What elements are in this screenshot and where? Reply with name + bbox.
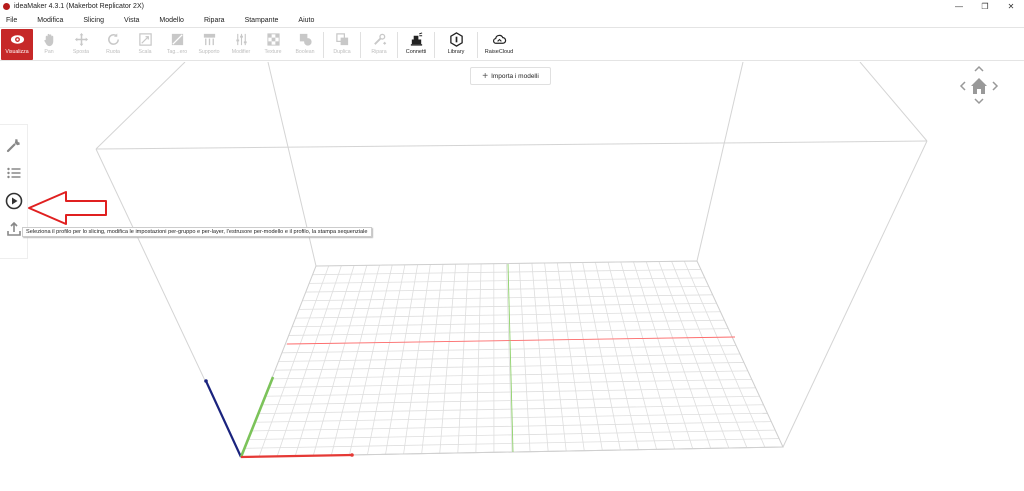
ripara-button[interactable]: Ripara	[363, 29, 395, 60]
duplicate-icon	[335, 33, 348, 46]
tooltip: Seleziona il profilo per lo slicing, mod…	[22, 227, 372, 237]
library-icon	[449, 32, 463, 47]
upload-icon[interactable]	[4, 219, 24, 239]
menu-aiuto[interactable]: Aiuto	[295, 17, 317, 24]
menu-modello[interactable]: Modello	[156, 17, 187, 24]
ruota-button[interactable]: Ruota	[97, 29, 129, 60]
supporto-button[interactable]: Supporto	[193, 29, 225, 60]
menu-modifica[interactable]: Modifica	[34, 17, 66, 24]
pan-button[interactable]: Pan	[33, 29, 65, 60]
app-logo-icon	[3, 3, 10, 10]
chevron-up-icon	[974, 65, 984, 72]
toolbar-divider	[360, 32, 361, 58]
duplica-button[interactable]: Duplica	[326, 29, 358, 60]
eye-icon	[10, 35, 24, 44]
3d-viewport[interactable]	[0, 62, 1024, 491]
x-axis	[240, 453, 353, 459]
visualizza-button[interactable]: Visualizza	[1, 29, 33, 60]
chevron-down-icon	[974, 98, 984, 105]
y-axis	[239, 376, 275, 458]
build-volume	[28, 62, 928, 459]
play-icon[interactable]	[4, 191, 24, 211]
annotation-arrow	[28, 191, 107, 225]
cloud-icon	[492, 34, 506, 44]
library-button[interactable]: Library	[437, 29, 475, 60]
menu-ripara[interactable]: Ripara	[201, 17, 228, 24]
home-icon	[971, 78, 987, 94]
toolbar-divider	[477, 32, 478, 58]
modifier-button[interactable]: Modifier	[225, 29, 257, 60]
toolbar-divider	[397, 32, 398, 58]
cut-icon	[171, 33, 183, 46]
repair-icon	[373, 33, 386, 45]
texture-icon	[266, 33, 280, 46]
menu-bar: File Modifica Slicing Vista Modello Ripa…	[0, 13, 1024, 27]
toolbar-divider	[323, 32, 324, 58]
close-icon[interactable]: ✕	[998, 0, 1024, 13]
restore-icon[interactable]: ❐	[972, 0, 998, 13]
plus-icon: +	[482, 70, 489, 82]
boolean-button[interactable]: Boolean	[289, 29, 321, 60]
texture-button[interactable]: Texture	[257, 29, 289, 60]
toolbar: Visualizza Pan Sposta Ruota Scala Tag...…	[0, 27, 1024, 61]
z-axis	[205, 380, 242, 458]
menu-vista[interactable]: Vista	[121, 17, 142, 24]
printer-connect-icon	[410, 32, 422, 46]
title-bar: ideaMaker 4.3.1 (Makerbot Replicator 2X)…	[0, 0, 1024, 13]
rotate-icon	[107, 33, 119, 45]
move-icon	[74, 32, 88, 47]
minimize-icon[interactable]: —	[946, 0, 972, 13]
hand-icon	[43, 33, 53, 47]
chevron-left-icon	[959, 81, 966, 91]
scala-button[interactable]: Scala	[129, 29, 161, 60]
raisecloud-button[interactable]: RaiseCloud	[480, 29, 518, 60]
list-icon[interactable]	[4, 163, 24, 183]
support-icon	[203, 33, 215, 46]
scale-icon	[138, 33, 152, 46]
menu-slicing[interactable]: Slicing	[80, 17, 107, 24]
taglia-button[interactable]: Tag...ero	[161, 29, 193, 60]
window-title: ideaMaker 4.3.1 (Makerbot Replicator 2X)	[14, 3, 144, 10]
import-models-button[interactable]: + Importa i modelli	[470, 67, 551, 85]
wrench-icon[interactable]	[4, 135, 24, 155]
view-navigation	[956, 64, 1002, 108]
toolbar-divider	[434, 32, 435, 58]
menu-file[interactable]: File	[3, 17, 20, 24]
sposta-button[interactable]: Sposta	[65, 29, 97, 60]
app-window: ideaMaker 4.3.1 (Makerbot Replicator 2X)…	[0, 0, 1024, 491]
left-side-panel	[0, 124, 28, 259]
sliders-icon	[235, 33, 247, 46]
connetti-button[interactable]: Connetti	[400, 29, 432, 60]
boolean-icon	[299, 33, 312, 46]
chevron-right-icon	[992, 81, 999, 91]
menu-stampante[interactable]: Stampante	[242, 17, 282, 24]
